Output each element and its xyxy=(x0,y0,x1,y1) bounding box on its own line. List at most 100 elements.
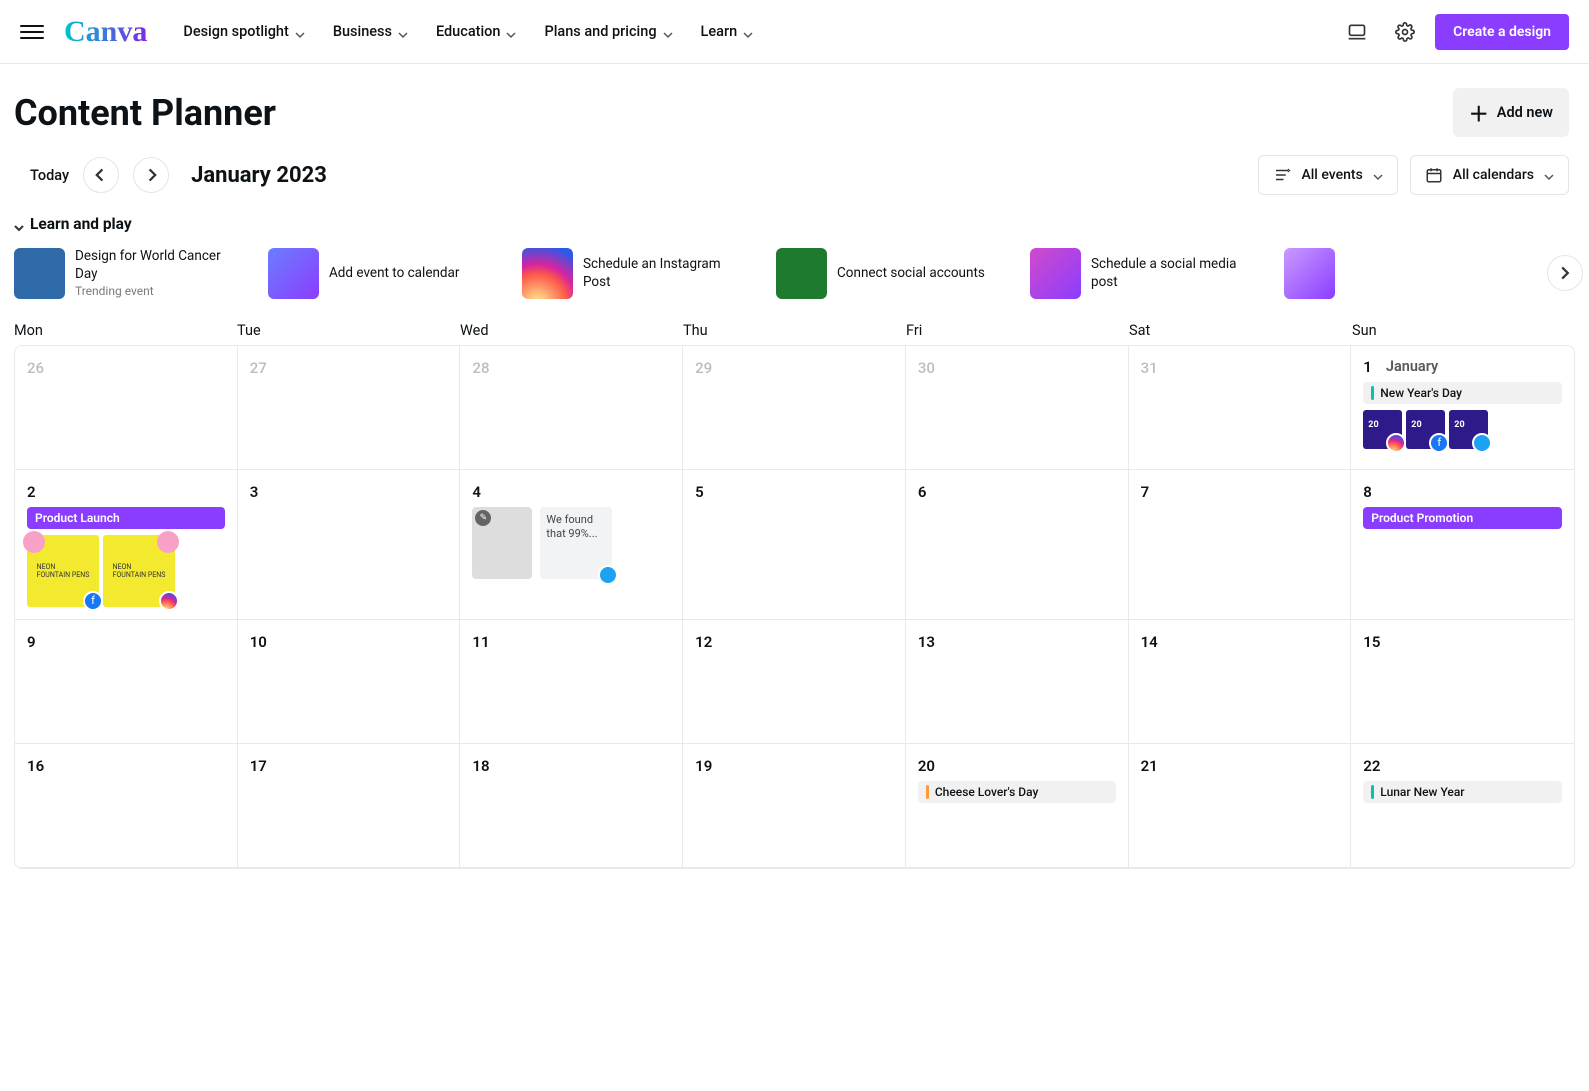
schedule-social-thumb xyxy=(1030,248,1081,299)
day-cell-jan-10[interactable]: 10 xyxy=(238,620,461,744)
event-product-promotion[interactable]: Product Promotion xyxy=(1363,507,1562,529)
add-new-label: Add new xyxy=(1497,104,1553,121)
post-thumb-fb[interactable]: 20f xyxy=(1406,410,1445,449)
post-thumb-fb-yellow[interactable]: NEONFOUNTAIN PENS f xyxy=(27,535,99,607)
learn-card-world-cancer-day[interactable]: Design for World Cancer DayTrending even… xyxy=(14,247,242,300)
facebook-badge-icon: f xyxy=(1429,433,1449,453)
learn-and-play-toggle[interactable]: Learn and play xyxy=(14,215,1575,233)
learn-card-title: Schedule an Instagram Post xyxy=(583,255,750,291)
learn-card-add-event[interactable]: Add event to calendar xyxy=(268,248,496,299)
day-cell-jan-11[interactable]: 11 xyxy=(460,620,683,744)
learn-card-title: Connect social accounts xyxy=(837,264,985,282)
day-cell-dec-31[interactable]: 31 xyxy=(1129,346,1352,470)
calendar-grid: 26 27 28 29 30 31 1January New Year's Da… xyxy=(14,345,1575,869)
post-thumb-tw[interactable]: 20 xyxy=(1449,410,1488,449)
day-cell-jan-18[interactable]: 18 xyxy=(460,744,683,868)
events-filter-dropdown[interactable]: All events xyxy=(1258,155,1397,195)
day-cell-dec-26[interactable]: 26 xyxy=(15,346,238,470)
day-cell-jan-9[interactable]: 9 xyxy=(15,620,238,744)
chevron-down-icon xyxy=(295,27,305,37)
learn-title: Learn and play xyxy=(30,215,132,233)
scheduled-posts-jan2: NEONFOUNTAIN PENS f NEONFOUNTAIN PENS xyxy=(27,535,225,607)
nav-learn[interactable]: Learn xyxy=(689,15,766,48)
dayname-tue: Tue xyxy=(237,316,460,345)
topbar-right: Create a design xyxy=(1339,14,1569,50)
day-cell-jan-5[interactable]: 5 xyxy=(683,470,906,620)
day-cell-dec-28[interactable]: 28 xyxy=(460,346,683,470)
dayname-sat: Sat xyxy=(1129,316,1352,345)
nav-plans[interactable]: Plans and pricing xyxy=(532,15,684,48)
day-cell-jan-4[interactable]: 4 ✎ We found that 99%... xyxy=(460,470,683,620)
day-cell-jan-13[interactable]: 13 xyxy=(906,620,1129,744)
learn-card-schedule-social[interactable]: Schedule a social media post xyxy=(1030,248,1258,299)
nav-education[interactable]: Education xyxy=(424,15,529,48)
nav-items: Design spotlight Business Education Plan… xyxy=(171,15,1339,48)
day-cell-jan-6[interactable]: 6 xyxy=(906,470,1129,620)
instagram-badge-icon xyxy=(159,591,179,611)
day-cell-jan-20[interactable]: 20 Cheese Lover's Day xyxy=(906,744,1129,868)
calendars-filter-dropdown[interactable]: All calendars xyxy=(1410,155,1569,195)
nav-business[interactable]: Business xyxy=(321,15,420,48)
filter-icon xyxy=(1273,166,1291,184)
chevron-down-icon xyxy=(398,27,408,37)
today-button[interactable]: Today xyxy=(30,167,69,184)
event-product-launch[interactable]: Product Launch xyxy=(27,507,225,529)
dayname-sun: Sun xyxy=(1352,316,1575,345)
day-cell-jan-15[interactable]: 15 xyxy=(1351,620,1574,744)
day-cell-jan-21[interactable]: 21 xyxy=(1129,744,1352,868)
page-header: Content Planner ＋ Add new xyxy=(0,64,1589,147)
day-cell-jan-22[interactable]: 22 Lunar New Year xyxy=(1351,744,1574,868)
day-cell-jan-14[interactable]: 14 xyxy=(1129,620,1352,744)
learn-card-extra[interactable] xyxy=(1284,248,1344,299)
pencil-icon: ✎ xyxy=(475,510,491,526)
learn-card-connect-social[interactable]: Connect social accounts xyxy=(776,248,1004,299)
learn-scroll-next-button[interactable] xyxy=(1547,255,1583,291)
top-nav: Canva Design spotlight Business Educatio… xyxy=(0,0,1589,64)
drafts-jan4: ✎ We found that 99%... xyxy=(472,507,670,579)
day-cell-jan-19[interactable]: 19 xyxy=(683,744,906,868)
learn-card-schedule-instagram[interactable]: Schedule an Instagram Post xyxy=(522,248,750,299)
nav-design-spotlight[interactable]: Design spotlight xyxy=(171,15,316,48)
instagram-thumb xyxy=(522,248,573,299)
post-thumb-ig-yellow[interactable]: NEONFOUNTAIN PENS xyxy=(103,535,175,607)
draft-text-card[interactable]: We found that 99%... xyxy=(540,507,612,579)
add-event-thumb xyxy=(268,248,319,299)
dayname-thu: Thu xyxy=(683,316,906,345)
post-thumb-ig[interactable]: 20 xyxy=(1363,410,1402,449)
dayname-mon: Mon xyxy=(14,316,237,345)
create-design-button[interactable]: Create a design xyxy=(1435,14,1569,50)
day-cell-jan-3[interactable]: 3 xyxy=(238,470,461,620)
event-cheese-lovers-day[interactable]: Cheese Lover's Day xyxy=(918,781,1116,803)
day-cell-jan-17[interactable]: 17 xyxy=(238,744,461,868)
week-header: Mon Tue Wed Thu Fri Sat Sun xyxy=(0,316,1589,345)
facebook-badge-icon: f xyxy=(83,591,103,611)
add-new-button[interactable]: ＋ Add new xyxy=(1453,88,1569,137)
day-cell-jan-7[interactable]: 7 xyxy=(1129,470,1352,620)
prev-month-button[interactable] xyxy=(83,157,119,193)
day-cell-jan-16[interactable]: 16 xyxy=(15,744,238,868)
calendars-filter-label: All calendars xyxy=(1453,167,1534,183)
day-cell-jan-2[interactable]: 2 Product Launch NEONFOUNTAIN PENS f NEO… xyxy=(15,470,238,620)
learn-card-title: Schedule a social media post xyxy=(1091,255,1258,291)
diamond-thumb xyxy=(1284,248,1335,299)
day-cell-jan-1[interactable]: 1January New Year's Day 20 20f 20 xyxy=(1351,346,1574,470)
day-cell-dec-27[interactable]: 27 xyxy=(238,346,461,470)
world-cancer-thumb xyxy=(14,248,65,299)
event-lunar-new-year[interactable]: Lunar New Year xyxy=(1363,781,1562,803)
draft-image[interactable]: ✎ xyxy=(472,507,532,579)
connect-social-thumb xyxy=(776,248,827,299)
gear-icon[interactable] xyxy=(1387,14,1423,50)
calendar-icon xyxy=(1425,166,1443,184)
event-new-years-day[interactable]: New Year's Day xyxy=(1363,382,1562,404)
device-icon[interactable] xyxy=(1339,14,1375,50)
dayname-fri: Fri xyxy=(906,316,1129,345)
canva-logo[interactable]: Canva xyxy=(64,15,147,49)
learn-card-title: Add event to calendar xyxy=(329,264,459,282)
day-cell-jan-12[interactable]: 12 xyxy=(683,620,906,744)
hamburger-menu-icon[interactable] xyxy=(20,20,44,44)
dayname-wed: Wed xyxy=(460,316,683,345)
day-cell-dec-29[interactable]: 29 xyxy=(683,346,906,470)
next-month-button[interactable] xyxy=(133,157,169,193)
day-cell-jan-8[interactable]: 8 Product Promotion xyxy=(1351,470,1574,620)
day-cell-dec-30[interactable]: 30 xyxy=(906,346,1129,470)
